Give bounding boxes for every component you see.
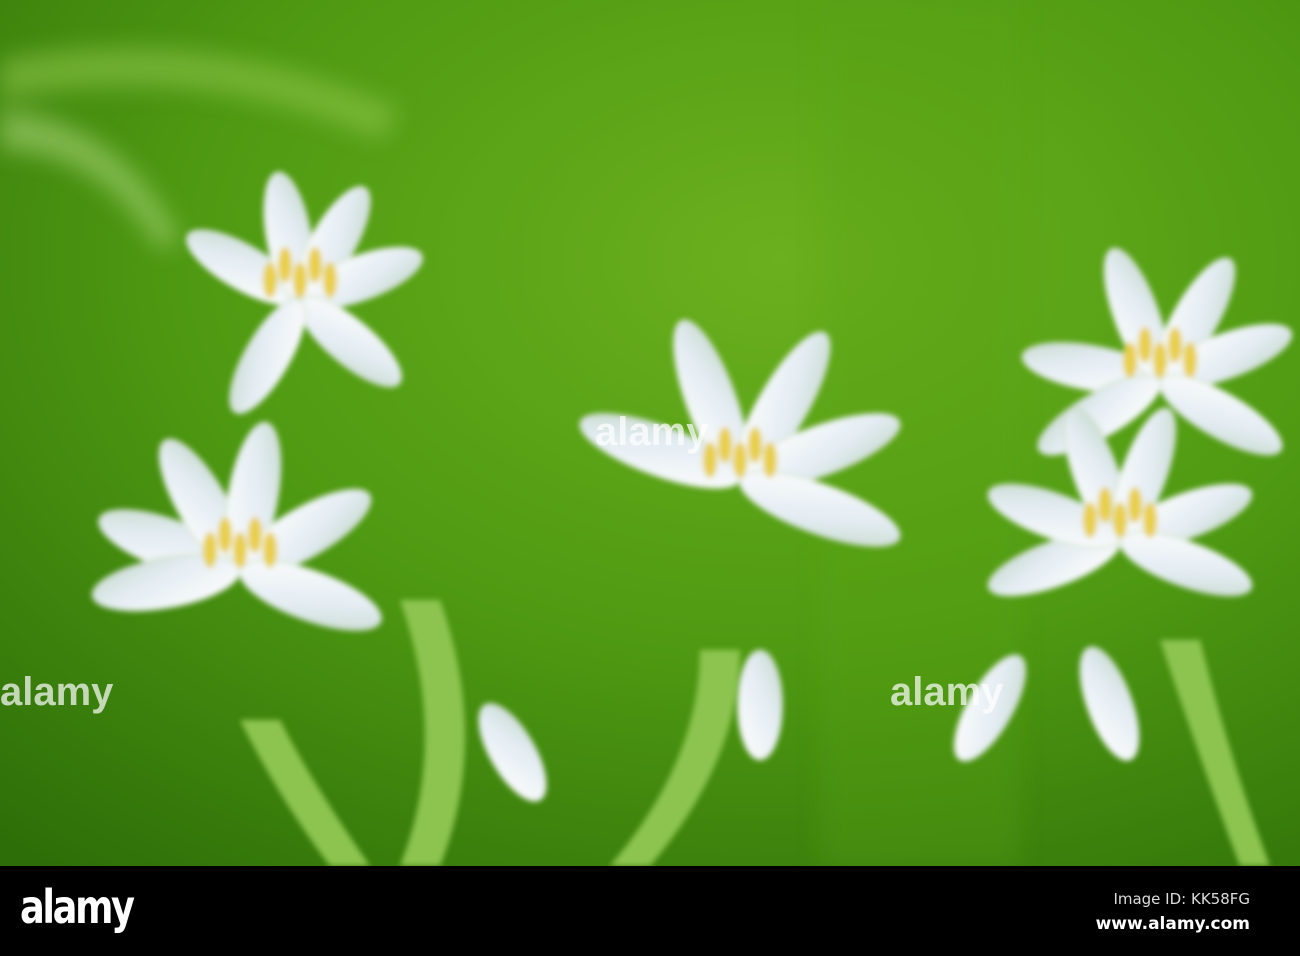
stamen xyxy=(1128,487,1142,523)
stamen xyxy=(733,442,747,478)
stamen xyxy=(1123,342,1137,378)
stamen xyxy=(1153,342,1167,378)
stamen xyxy=(1083,502,1097,538)
flower-photo: alamy alamy alamy xyxy=(0,0,1300,866)
stamen xyxy=(218,517,232,553)
stamen xyxy=(1113,502,1127,538)
stamen xyxy=(1143,502,1157,538)
stamen xyxy=(293,262,307,298)
stamen xyxy=(718,427,732,463)
stamen xyxy=(278,247,292,283)
stamen xyxy=(323,262,337,298)
stamen xyxy=(308,247,322,283)
footer-bar: alamy Image ID: KK58FG www.alamy.com xyxy=(0,866,1300,956)
stamen xyxy=(248,517,262,553)
stamen xyxy=(1168,327,1182,363)
stamen xyxy=(1183,342,1197,378)
flower xyxy=(737,649,783,761)
svg-text:alamy: alamy xyxy=(890,670,1004,714)
stamen xyxy=(1138,327,1152,363)
petal xyxy=(737,649,783,761)
stamen xyxy=(233,532,247,568)
alamy-logo: alamy xyxy=(20,880,135,934)
stamen xyxy=(263,532,277,568)
stamen xyxy=(263,262,277,298)
stamen xyxy=(763,442,777,478)
image-id: Image ID: KK58FG xyxy=(1113,890,1250,908)
svg-text:alamy: alamy xyxy=(0,670,114,714)
stamen xyxy=(1098,487,1112,523)
svg-text:alamy: alamy xyxy=(595,410,709,454)
stamen xyxy=(748,427,762,463)
site-url: www.alamy.com xyxy=(1095,914,1250,934)
stamen xyxy=(203,532,217,568)
